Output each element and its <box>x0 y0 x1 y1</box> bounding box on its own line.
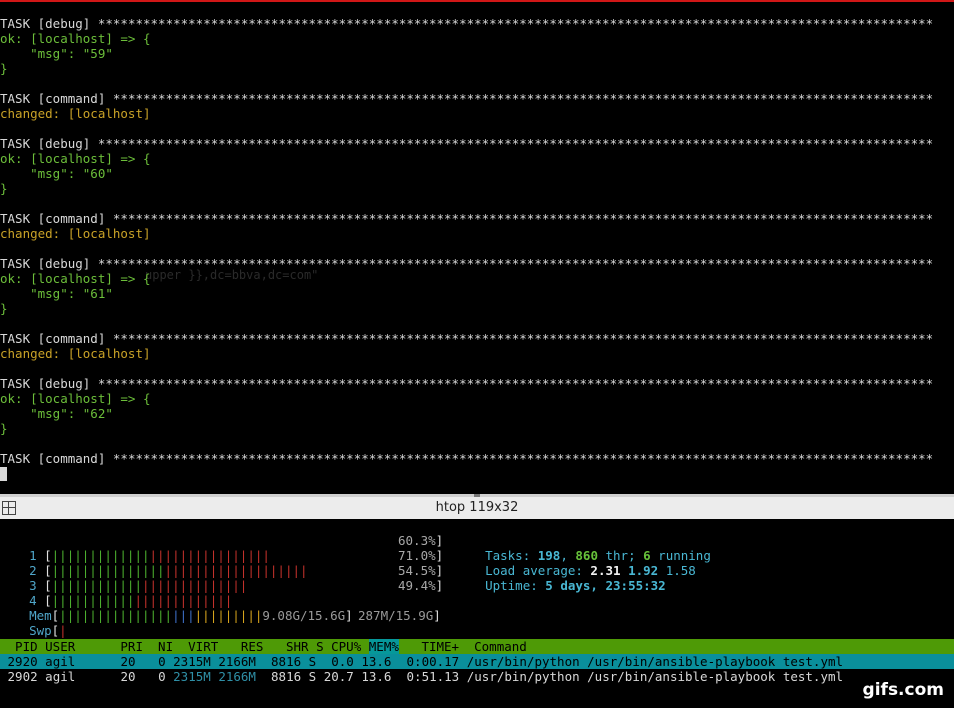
msg-line: "msg": "61" <box>0 286 113 301</box>
process-table-header[interactable]: PID USER PRI NI VIRT RES SHR S CPU% MEM%… <box>0 639 954 654</box>
cpu-percent: 71.0%] <box>398 548 444 563</box>
cpu-meter: 2 [|||||||||||||||||||||||||||||||||| <box>29 563 308 578</box>
task-line: TASK [command] *************************… <box>0 451 934 466</box>
task-line: TASK [command] *************************… <box>0 211 934 226</box>
msg-line: "msg": "62" <box>0 406 113 421</box>
ansible-terminal-pane[interactable]: upper }},dc=bbva,dc=com" TASK [debug] **… <box>0 0 954 494</box>
ok-line: ok: [localhost] => { <box>0 31 151 46</box>
close-brace: } <box>0 421 8 436</box>
terminal-cursor <box>0 467 7 481</box>
cpu-percent: 54.5%] <box>398 563 444 578</box>
cpu-meter: 4 [|||||||||||||||||||||||| <box>29 593 233 608</box>
editor-top-strip <box>0 0 954 2</box>
cpu-percent: 49.4%] <box>398 578 444 593</box>
close-brace: } <box>0 301 8 316</box>
task-line: TASK [debug] ***************************… <box>0 256 934 271</box>
task-line: TASK [debug] ***************************… <box>0 376 934 391</box>
cpu-meter: 3 [|||||||||||||||||||||||||| <box>29 578 248 593</box>
table-row[interactable]: 2902 agil 20 0 2315M 2166M 8816 S 20.7 1… <box>0 669 954 684</box>
gifs-watermark: gifs.com <box>862 680 944 700</box>
task-line: TASK [command] *************************… <box>0 91 934 106</box>
swap-meter: Swp[| <box>29 623 67 638</box>
load-average: Load average: 2.31 1.92 1.58 <box>485 563 696 578</box>
ok-line: ok: [localhost] => { <box>0 391 151 406</box>
mem-meter: Mem[|||||||||||||||||||||||||||9.08G/15.… <box>29 608 353 623</box>
task-line: TASK [debug] ***************************… <box>0 16 934 31</box>
msg-line: "msg": "60" <box>0 166 113 181</box>
close-brace: } <box>0 181 8 196</box>
changed-line: changed: [localhost] <box>0 226 151 241</box>
pane-title: htop 119x32 <box>435 500 519 515</box>
task-line: TASK [debug] ***************************… <box>0 136 934 151</box>
table-row[interactable]: 2920 agil 20 0 2315M 2166M 8816 S 0.0 13… <box>0 654 954 669</box>
cpu-meter: 1 [||||||||||||||||||||||||||||| <box>29 548 270 563</box>
ok-line: ok: [localhost] => { <box>0 151 151 166</box>
swap-value: 287M/15.9G] <box>358 608 441 623</box>
uptime: Uptime: 5 days, 23:55:32 <box>485 578 666 593</box>
cpu-percent: 60.3%] <box>398 533 444 548</box>
changed-line: changed: [localhost] <box>0 106 151 121</box>
ok-line: ok: [localhost] => { <box>0 271 151 286</box>
mem-column-header[interactable]: MEM% <box>368 639 399 654</box>
close-brace: } <box>0 61 8 76</box>
tasks-summary: Tasks: 198, 860 thr; 6 running <box>485 548 711 563</box>
pane-title-bar: htop 119x32 <box>0 497 954 519</box>
changed-line: changed: [localhost] <box>0 346 151 361</box>
msg-line: "msg": "59" <box>0 46 113 61</box>
task-line: TASK [command] *************************… <box>0 331 934 346</box>
